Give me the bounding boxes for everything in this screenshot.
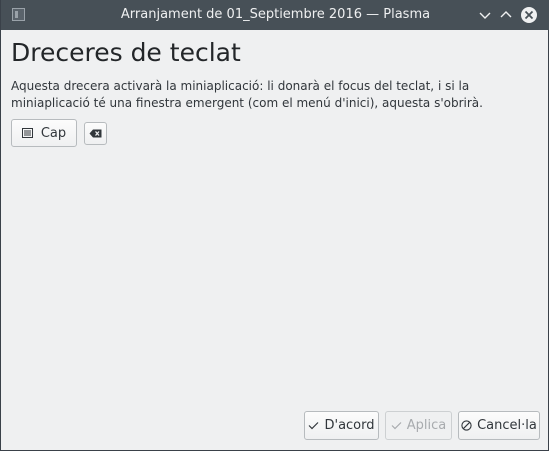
close-button[interactable] — [520, 6, 538, 24]
keyboard-icon — [21, 128, 33, 138]
check-icon — [309, 422, 319, 430]
apply-button[interactable]: Aplica — [385, 411, 452, 440]
check-icon — [391, 422, 402, 430]
ok-button-label: D'acord — [324, 418, 375, 433]
settings-window: Arranjament de 01_Septiembre 2016 — Plas… — [0, 0, 549, 451]
apply-button-label: Aplica — [406, 418, 447, 433]
cancel-button-label: Cancel·la — [477, 418, 537, 433]
cancel-icon — [461, 420, 472, 431]
window-title: Arranjament de 01_Septiembre 2016 — Plas… — [120, 7, 431, 22]
maximize-button[interactable] — [497, 6, 515, 24]
chevron-down-icon — [479, 12, 491, 19]
edit-clear-icon — [89, 129, 102, 138]
minimize-button[interactable] — [476, 6, 494, 24]
shortcut-description: Aquesta drecera activarà la miniaplicaci… — [11, 79, 483, 110]
ok-button[interactable]: D'acord — [304, 411, 379, 440]
shortcut-button-label: Cap — [40, 125, 67, 141]
title-bar[interactable]: Arranjament de 01_Septiembre 2016 — Plas… — [1, 0, 549, 30]
cancel-button[interactable]: Cancel·la — [458, 411, 540, 440]
close-circle-icon — [521, 7, 537, 23]
clear-shortcut-button[interactable] — [84, 122, 107, 145]
shortcut-record-button[interactable]: Cap — [11, 119, 77, 147]
page-title: Dreceres de teclat — [11, 38, 241, 67]
chevron-up-icon — [500, 11, 512, 18]
